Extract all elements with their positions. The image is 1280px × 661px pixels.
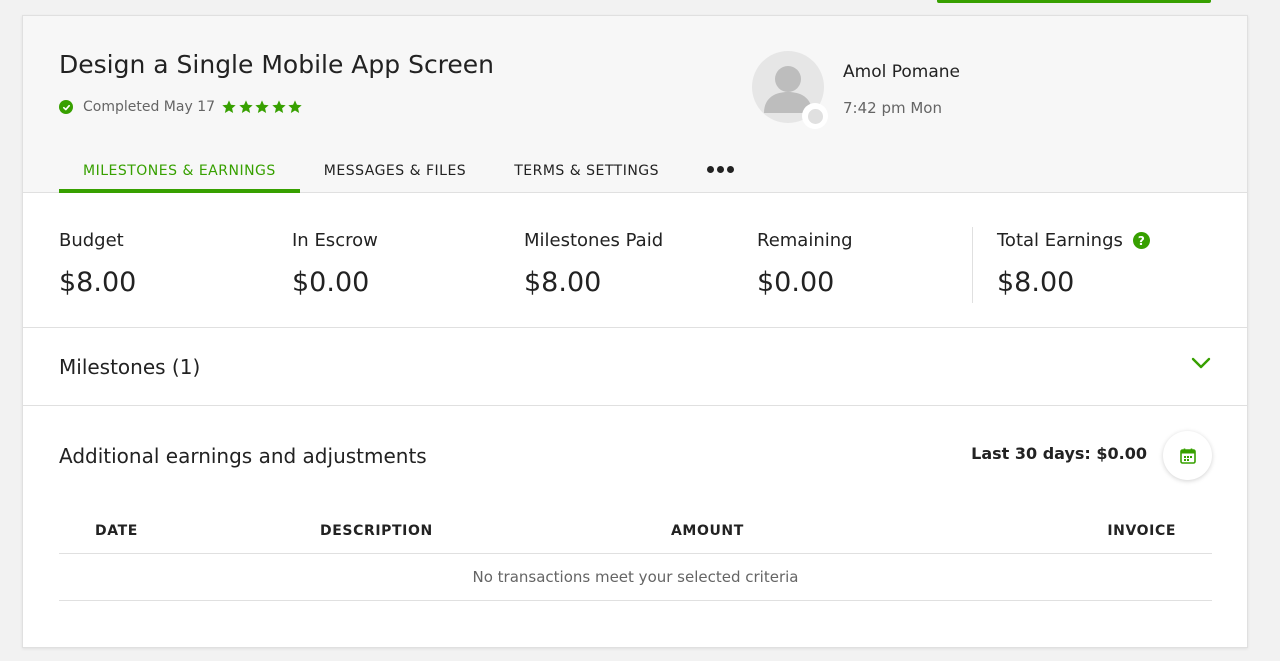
milestones-accordion[interactable]: Milestones (1)	[23, 328, 1247, 406]
table-header: DATE DESCRIPTION AMOUNT INVOICE	[59, 506, 1212, 554]
additional-earnings-title: Additional earnings and adjustments	[59, 444, 427, 468]
top-action-bar	[937, 0, 1211, 3]
more-icon[interactable]	[683, 156, 758, 193]
rating-stars	[221, 99, 304, 115]
star-icon	[255, 100, 269, 113]
column-invoice: INVOICE	[1107, 523, 1176, 539]
escrow-stat: In Escrow $0.00	[292, 230, 378, 298]
star-icon	[238, 100, 253, 113]
empty-state-message: No transactions meet your selected crite…	[472, 568, 799, 586]
tab-messages-files[interactable]: MESSAGES & FILES	[300, 156, 490, 193]
budget-label: Budget	[59, 230, 124, 251]
job-status: Completed May 17	[59, 99, 304, 115]
client-local-time: 7:42 pm Mon	[843, 99, 942, 117]
total-earnings-label-row: Total Earnings ?	[997, 230, 1150, 251]
contract-tabs: MILESTONES & EARNINGS MESSAGES & FILES T…	[59, 156, 758, 193]
star-icon	[222, 100, 236, 113]
column-amount: AMOUNT	[671, 523, 744, 539]
milestones-paid-stat: Milestones Paid $8.00	[524, 230, 663, 298]
budget-value: $8.00	[59, 267, 137, 298]
tab-terms-settings[interactable]: TERMS & SETTINGS	[490, 156, 683, 193]
calendar-icon	[1179, 448, 1196, 464]
job-title: Design a Single Mobile App Screen	[59, 50, 495, 79]
tab-milestones-earnings[interactable]: MILESTONES & EARNINGS	[59, 156, 300, 193]
star-icon	[271, 100, 286, 113]
column-date: DATE	[95, 523, 138, 539]
online-status-indicator	[802, 103, 828, 129]
milestones-paid-label: Milestones Paid	[524, 230, 664, 251]
empty-state-row: No transactions meet your selected crite…	[59, 554, 1212, 601]
milestones-title: Milestones (1)	[59, 355, 201, 379]
contract-card: Design a Single Mobile App Screen Comple…	[22, 15, 1248, 648]
client-name[interactable]: Amol Pomane	[843, 62, 960, 82]
budget-stat: Budget $8.00	[59, 230, 136, 298]
remaining-value: $0.00	[757, 267, 835, 298]
last-30-days-total: Last 30 days: $0.00	[971, 444, 1147, 463]
total-earnings-stat: Total Earnings ? $8.00	[997, 230, 1150, 298]
chevron-down-icon[interactable]	[1190, 356, 1212, 370]
column-description: DESCRIPTION	[320, 523, 433, 539]
escrow-label: In Escrow	[292, 230, 378, 251]
remaining-stat: Remaining $0.00	[757, 230, 853, 298]
check-circle-icon	[59, 100, 73, 114]
status-text: Completed May 17	[83, 99, 216, 115]
contract-header: Design a Single Mobile App Screen Comple…	[23, 16, 1247, 193]
date-range-button[interactable]	[1163, 431, 1212, 480]
escrow-value: $0.00	[292, 267, 370, 298]
summary-divider	[972, 227, 973, 303]
milestones-paid-value: $8.00	[524, 267, 602, 298]
total-earnings-label: Total Earnings	[997, 230, 1123, 251]
help-icon[interactable]: ?	[1132, 232, 1150, 249]
earnings-summary: Budget $8.00 In Escrow $0.00 Milestones …	[23, 193, 1247, 328]
total-earnings-value: $8.00	[997, 267, 1075, 298]
star-icon	[288, 100, 302, 113]
transactions-table: DATE DESCRIPTION AMOUNT INVOICE No trans…	[59, 506, 1212, 601]
remaining-label: Remaining	[757, 230, 853, 251]
